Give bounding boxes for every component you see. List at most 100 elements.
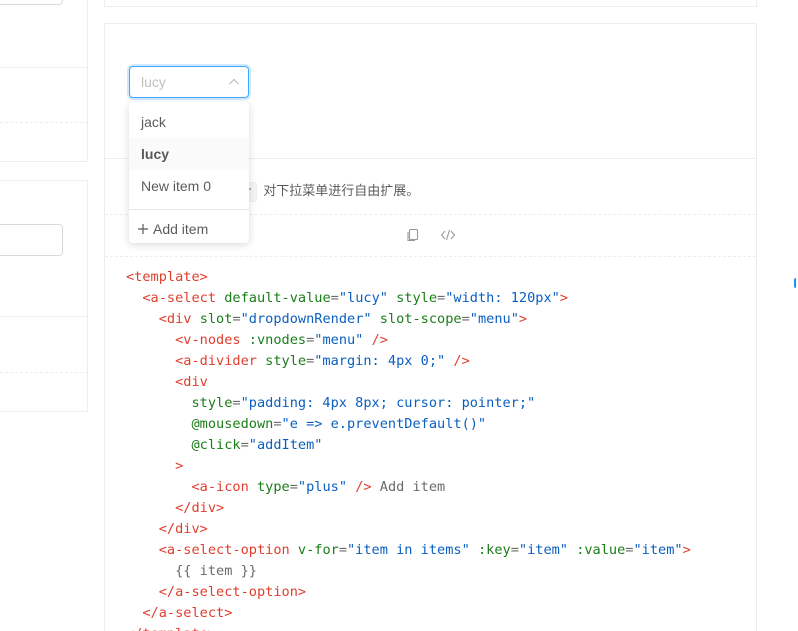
code-token: "addItem": [248, 437, 323, 453]
code-token: =: [240, 437, 249, 453]
code-token: style: [265, 353, 307, 369]
code-token: "item in items": [347, 542, 470, 558]
code-token: @mousedown: [191, 416, 274, 432]
code-line: style="padding: 4px 8px; cursor: pointer…: [126, 393, 691, 414]
code-token: "item": [633, 542, 683, 558]
code-token: "padding: 4px 8px; cursor: pointer;": [240, 395, 536, 411]
code-line: </div>: [126, 498, 691, 519]
code-line: </div>: [126, 519, 691, 540]
select-dropdown: jack lucy New item 0 Add item: [129, 102, 249, 243]
code-token: @click: [191, 437, 241, 453]
code-token: default-value: [224, 290, 331, 306]
plus-icon: [138, 224, 148, 234]
code-token: =: [232, 311, 241, 327]
select-value: lucy: [141, 74, 166, 90]
left-input-stub-2[interactable]: [0, 224, 63, 256]
dropdown-divider: [129, 209, 249, 210]
code-token: "lucy": [338, 290, 388, 306]
description-text: 对下拉菜单进行自由扩展。: [263, 183, 420, 198]
code-line: @click="addItem": [126, 435, 691, 456]
add-item-button[interactable]: Add item: [129, 214, 249, 244]
demo-code-divider: [105, 256, 756, 257]
code-line: @mousedown="e => e.preventDefault()": [126, 414, 691, 435]
code-token: <a-icon: [191, 479, 249, 495]
code-token: "e => e.preventDefault()": [281, 416, 487, 432]
code-token: slot: [199, 311, 233, 327]
code-line: <a-icon type="plus" /> Add item: [126, 477, 691, 498]
option-lucy[interactable]: lucy: [129, 138, 249, 170]
code-token: style: [191, 395, 233, 411]
code-line: <a-divider style="margin: 4px 0;" />: [126, 351, 691, 372]
code-line: >: [126, 456, 691, 477]
code-line: <a-select-option v-for="item in items" :…: [126, 540, 691, 561]
code-line: <v-nodes :vnodes="menu" />: [126, 330, 691, 351]
code-token: "menu": [314, 332, 364, 348]
code-line: {{ item }}: [126, 561, 691, 582]
code-token: <v-nodes: [175, 332, 241, 348]
code-token: Add item: [371, 479, 446, 495]
code-token: =: [330, 290, 339, 306]
code-token: <a-select-option: [158, 542, 290, 558]
code-token: >: [559, 290, 568, 306]
code-token: {{ item }}: [126, 563, 257, 579]
code-line: </a-select-option>: [126, 582, 691, 603]
left-divider-dashed-2: [0, 372, 88, 373]
code-token: />: [453, 353, 470, 369]
code-token: style: [396, 290, 438, 306]
left-divider-dashed: [0, 122, 88, 123]
code-token: =: [289, 479, 298, 495]
code-token: =: [273, 416, 282, 432]
left-demo-card-bottom: [0, 180, 88, 412]
chevron-up-icon: [229, 78, 239, 85]
left-input-stub[interactable]: [0, 0, 63, 5]
code-block: <template> <a-select default-value="lucy…: [126, 267, 691, 631]
code-token: slot-scope: [379, 311, 462, 327]
code-token: =: [510, 542, 519, 558]
code-token: </div>: [175, 500, 225, 516]
code-token: </template>: [126, 626, 216, 631]
code-token: "menu": [469, 311, 519, 327]
code-token: "item": [518, 542, 568, 558]
code-token: >: [682, 542, 691, 558]
code-icon[interactable]: [440, 227, 456, 243]
code-line: </template>: [126, 624, 691, 631]
code-token: "margin: 4px 0;": [314, 353, 446, 369]
code-token: <div: [158, 311, 192, 327]
code-token: "dropdownRender": [240, 311, 372, 327]
code-token: :key: [477, 542, 511, 558]
lucy-select[interactable]: lucy: [129, 66, 249, 98]
code-line: <div: [126, 372, 691, 393]
code-token: >: [175, 458, 184, 474]
code-line: <div slot="dropdownRender" slot-scope="m…: [126, 309, 691, 330]
code-token: :value: [576, 542, 626, 558]
demo-description: r对下拉菜单进行自由扩展。: [240, 180, 419, 202]
code-token: </a-select-option>: [158, 584, 307, 600]
code-token: >: [518, 311, 528, 327]
code-token: </div>: [158, 521, 208, 537]
option-new-item-0[interactable]: New item 0: [129, 170, 249, 202]
option-jack[interactable]: jack: [129, 106, 249, 138]
code-token: type: [256, 479, 290, 495]
code-token: =: [232, 395, 241, 411]
copy-icon[interactable]: [405, 227, 421, 243]
